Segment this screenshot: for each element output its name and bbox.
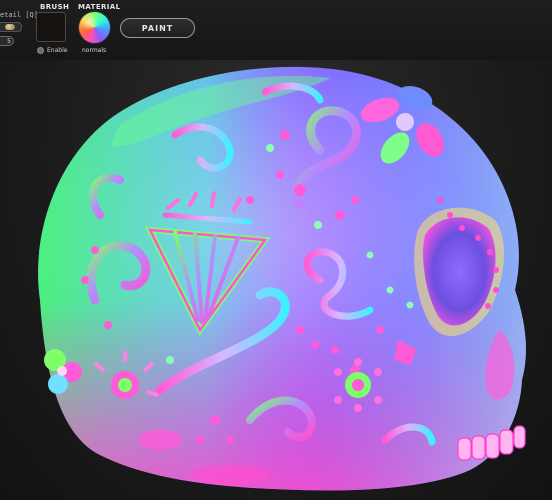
brush-swatch[interactable] <box>36 12 66 42</box>
material-name: normals <box>82 47 107 54</box>
detail-label: etail [Q] <box>0 11 38 19</box>
material-label: MATERIAL <box>78 3 121 11</box>
material-preview[interactable] <box>79 12 110 43</box>
brush-enable-toggle[interactable]: Enable <box>37 47 67 54</box>
enable-label: Enable <box>47 47 68 54</box>
paint-button[interactable]: PAINT <box>120 18 195 38</box>
brush-label: BRUSH <box>40 3 70 11</box>
detail-slider-knob[interactable] <box>5 24 15 30</box>
viewport-3d[interactable] <box>0 55 552 500</box>
enable-radio-icon[interactable] <box>37 47 44 54</box>
detail-value-field[interactable]: 5 <box>0 36 14 46</box>
skull-model <box>38 66 526 491</box>
top-toolbar: etail [Q] 5 BRUSH Enable MATERIAL normal… <box>0 0 552 60</box>
detail-slider[interactable] <box>0 22 22 32</box>
